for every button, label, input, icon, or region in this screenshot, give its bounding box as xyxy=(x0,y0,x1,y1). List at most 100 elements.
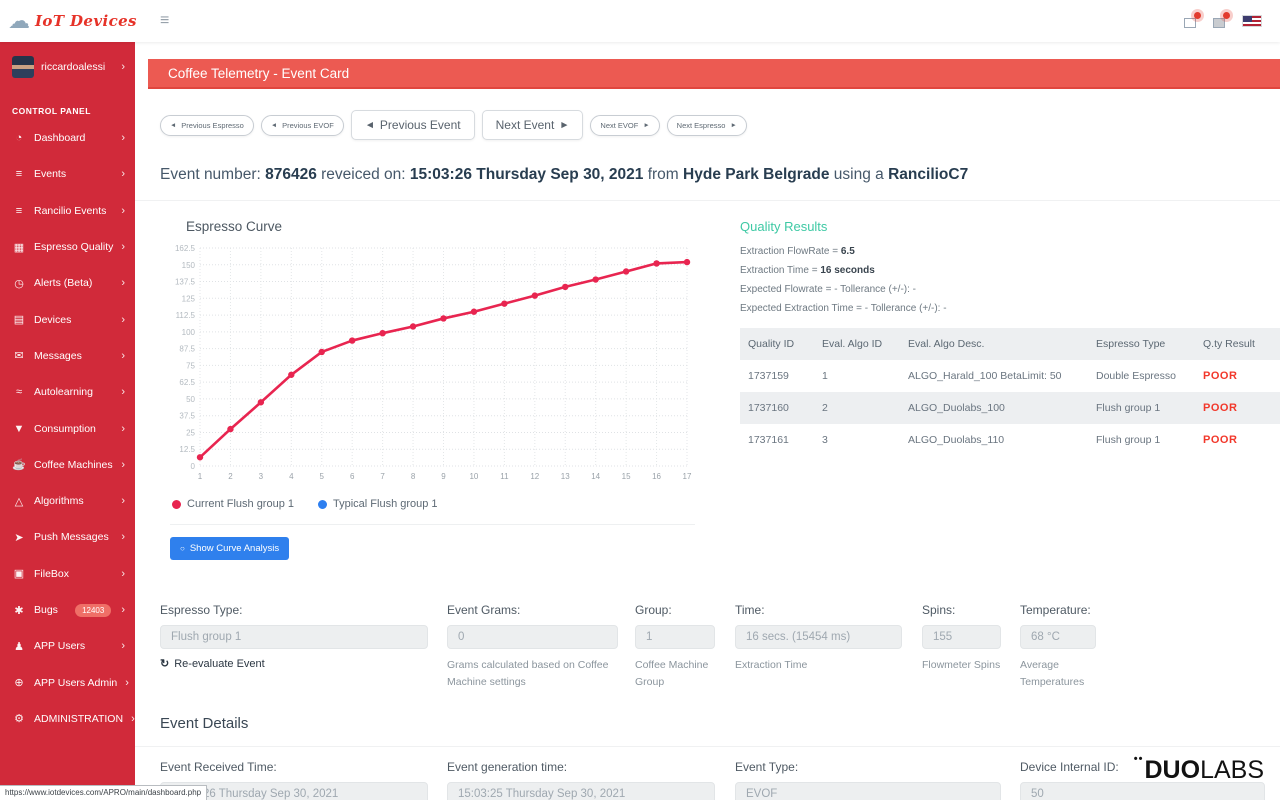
sidebar-item-app-users-admin[interactable]: ⊕ APP Users Admin › xyxy=(0,664,135,700)
event-grams-input[interactable]: 0 xyxy=(447,625,618,649)
svg-text:1: 1 xyxy=(198,472,203,481)
sidebar-item-events[interactable]: ≡ Events › xyxy=(0,156,135,192)
status-url: https://www.iotdevices.com/APRO/main/das… xyxy=(5,788,201,797)
svg-text:150: 150 xyxy=(182,261,196,270)
chevron-right-icon: › xyxy=(121,205,125,217)
field-label: Event Received Time: xyxy=(160,760,428,774)
spins-input[interactable]: 155 xyxy=(922,625,1001,649)
sidebar-item-rancilio-events[interactable]: ≡ Rancilio Events › xyxy=(0,193,135,229)
sidebar-item-bugs[interactable]: ✱ Bugs 12403 › xyxy=(0,592,135,628)
divider xyxy=(170,524,695,525)
next-espresso-button[interactable]: Next Espresso► xyxy=(667,115,747,136)
svg-text:14: 14 xyxy=(591,472,600,481)
sidebar-item-autolearning[interactable]: ≈ Autolearning › xyxy=(0,374,135,410)
sidebar-item-label: Rancilio Events xyxy=(34,205,113,217)
svg-text:50: 50 xyxy=(186,395,195,404)
legend-item-typical-flush-group-1[interactable]: Typical Flush group 1 xyxy=(318,498,438,510)
event-generation-time-input[interactable]: 15:03:25 Thursday Sep 30, 2021 xyxy=(447,782,715,800)
sidebar-item-label: Devices xyxy=(34,314,113,326)
chevron-right-icon: › xyxy=(121,423,125,435)
table-row[interactable]: 17371602ALGO_Duolabs_100Flush group 1POO… xyxy=(740,392,1280,424)
cloud-logo-icon: ☁ xyxy=(8,10,30,32)
button-label: Previous Event xyxy=(380,118,461,132)
field-help: Extraction Time xyxy=(735,657,902,674)
field-temperature: Temperature:68 °CAverage Temperatures xyxy=(1020,603,1096,691)
quality-results-title: Quality Results xyxy=(740,219,1280,234)
table-row[interactable]: 17371613ALGO_Duolabs_110Flush group 1POO… xyxy=(740,424,1280,456)
time-input[interactable]: 16 secs. (15454 ms) xyxy=(735,625,902,649)
sidebar-item-espresso-quality[interactable]: ▦ Espresso Quality › xyxy=(0,229,135,265)
legend-item-current-flush-group-1[interactable]: Current Flush group 1 xyxy=(172,498,294,510)
us-flag-icon[interactable] xyxy=(1242,15,1262,27)
sidebar-item-consumption[interactable]: ▼ Consumption › xyxy=(0,410,135,446)
previous-evof-button[interactable]: ◄Previous EVOF xyxy=(261,115,344,136)
re-evaluate-event-link[interactable]: ↻Re-evaluate Event xyxy=(160,657,428,670)
hamburger-menu-icon[interactable]: ≡ xyxy=(160,12,169,30)
next-event-button[interactable]: Next Event► xyxy=(482,110,584,140)
sidebar-item-coffee-machines[interactable]: ☕ Coffee Machines › xyxy=(0,447,135,483)
svg-text:3: 3 xyxy=(259,472,264,481)
sidebar-item-label: Messages xyxy=(34,350,113,362)
sidebar-item-messages[interactable]: ✉ Messages › xyxy=(0,338,135,374)
svg-text:11: 11 xyxy=(500,472,509,481)
event-details-title: Event Details xyxy=(160,715,1280,732)
chevron-right-icon: › xyxy=(121,277,125,289)
sidebar-item-algorithms[interactable]: △ Algorithms › xyxy=(0,483,135,519)
svg-text:87.5: 87.5 xyxy=(179,345,195,354)
quality-result-badge: POOR xyxy=(1195,392,1280,424)
col-q-ty-result: Q.ty Result xyxy=(1195,328,1280,360)
field-event-grams: Event Grams:0Grams calculated based on C… xyxy=(447,603,618,691)
watermark-dots: •• xyxy=(1134,753,1144,765)
sidebar-item-label: APP Users xyxy=(34,640,113,652)
coffee-machines-icon: ☕ xyxy=(12,458,26,471)
next-evof-button[interactable]: Next EVOF► xyxy=(590,115,659,136)
page-title: Coffee Telemetry - Event Card xyxy=(168,66,349,81)
temperature-input[interactable]: 68 °C xyxy=(1020,625,1096,649)
event-type-input[interactable]: EVOF xyxy=(735,782,1001,800)
sidebar-item-administration[interactable]: ⚙ ADMINISTRATION › xyxy=(0,701,135,737)
notification-badge-dot xyxy=(1223,12,1230,19)
table-row[interactable]: 17371591ALGO_Harald_100 BetaLimit: 50Dou… xyxy=(740,360,1280,392)
chevron-right-icon: › xyxy=(121,568,125,580)
sidebar-item-label: Events xyxy=(34,168,113,180)
autolearning-icon: ≈ xyxy=(12,386,26,398)
sidebar-user[interactable]: riccardoalessi › xyxy=(0,42,135,88)
show-curve-analysis-button[interactable]: ○ Show Curve Analysis xyxy=(170,537,289,560)
event-nav-buttons: ◄Previous Espresso ◄Previous EVOF ◄Previou… xyxy=(160,110,1280,140)
col-espresso-type: Espresso Type xyxy=(1088,328,1195,360)
sidebar-item-devices[interactable]: ▤ Devices › xyxy=(0,301,135,337)
next-arrow-icon: ► xyxy=(730,122,736,129)
chevron-right-icon: › xyxy=(121,495,125,507)
next-arrow-icon: ► xyxy=(559,120,569,131)
logo-text: IoT Devices xyxy=(35,12,137,30)
chevron-right-icon: › xyxy=(121,132,125,144)
notification-message-icon[interactable] xyxy=(1213,15,1228,28)
svg-text:16: 16 xyxy=(652,472,661,481)
svg-text:37.5: 37.5 xyxy=(179,412,195,421)
username: riccardoalessi xyxy=(41,61,114,73)
espresso-type-input[interactable]: Flush group 1 xyxy=(160,625,428,649)
analysis-circle-icon: ○ xyxy=(180,544,185,553)
notification-bell-icon[interactable] xyxy=(1184,15,1199,28)
button-label: Show Curve Analysis xyxy=(190,543,279,554)
espresso-curve-panel: Espresso Curve 012.52537.55062.57587.510… xyxy=(135,213,695,557)
watermark-duo: DUO xyxy=(1145,756,1201,784)
previous-event-button[interactable]: ◄Previous Event xyxy=(351,110,475,140)
app-logo[interactable]: ☁ IoT Devices xyxy=(0,10,148,32)
watermark-labs: LABS xyxy=(1200,756,1264,784)
consumption-icon: ▼ xyxy=(12,423,26,435)
svg-text:25: 25 xyxy=(186,428,195,437)
sidebar-item-dashboard[interactable]: ◔ Dashboard › xyxy=(0,120,135,156)
sidebar-item-app-users[interactable]: ♟ APP Users › xyxy=(0,628,135,664)
control-panel-label: CONTROL PANEL xyxy=(0,88,135,120)
group-input[interactable]: 1 xyxy=(635,625,715,649)
main-content: Coffee Telemetry - Event Card ◄Previous … xyxy=(135,42,1280,800)
sidebar-item-push-messages[interactable]: ➤ Push Messages › xyxy=(0,519,135,555)
sidebar-item-filebox[interactable]: ▣ FileBox › xyxy=(0,556,135,592)
sidebar-item-label: Bugs xyxy=(34,604,67,616)
chevron-right-icon: › xyxy=(131,713,135,725)
broken-image-icon xyxy=(1213,18,1225,28)
sidebar-item-alerts-beta[interactable]: ◷ Alerts (Beta) › xyxy=(0,265,135,301)
previous-espresso-button[interactable]: ◄Previous Espresso xyxy=(160,115,254,136)
svg-text:15: 15 xyxy=(622,472,631,481)
